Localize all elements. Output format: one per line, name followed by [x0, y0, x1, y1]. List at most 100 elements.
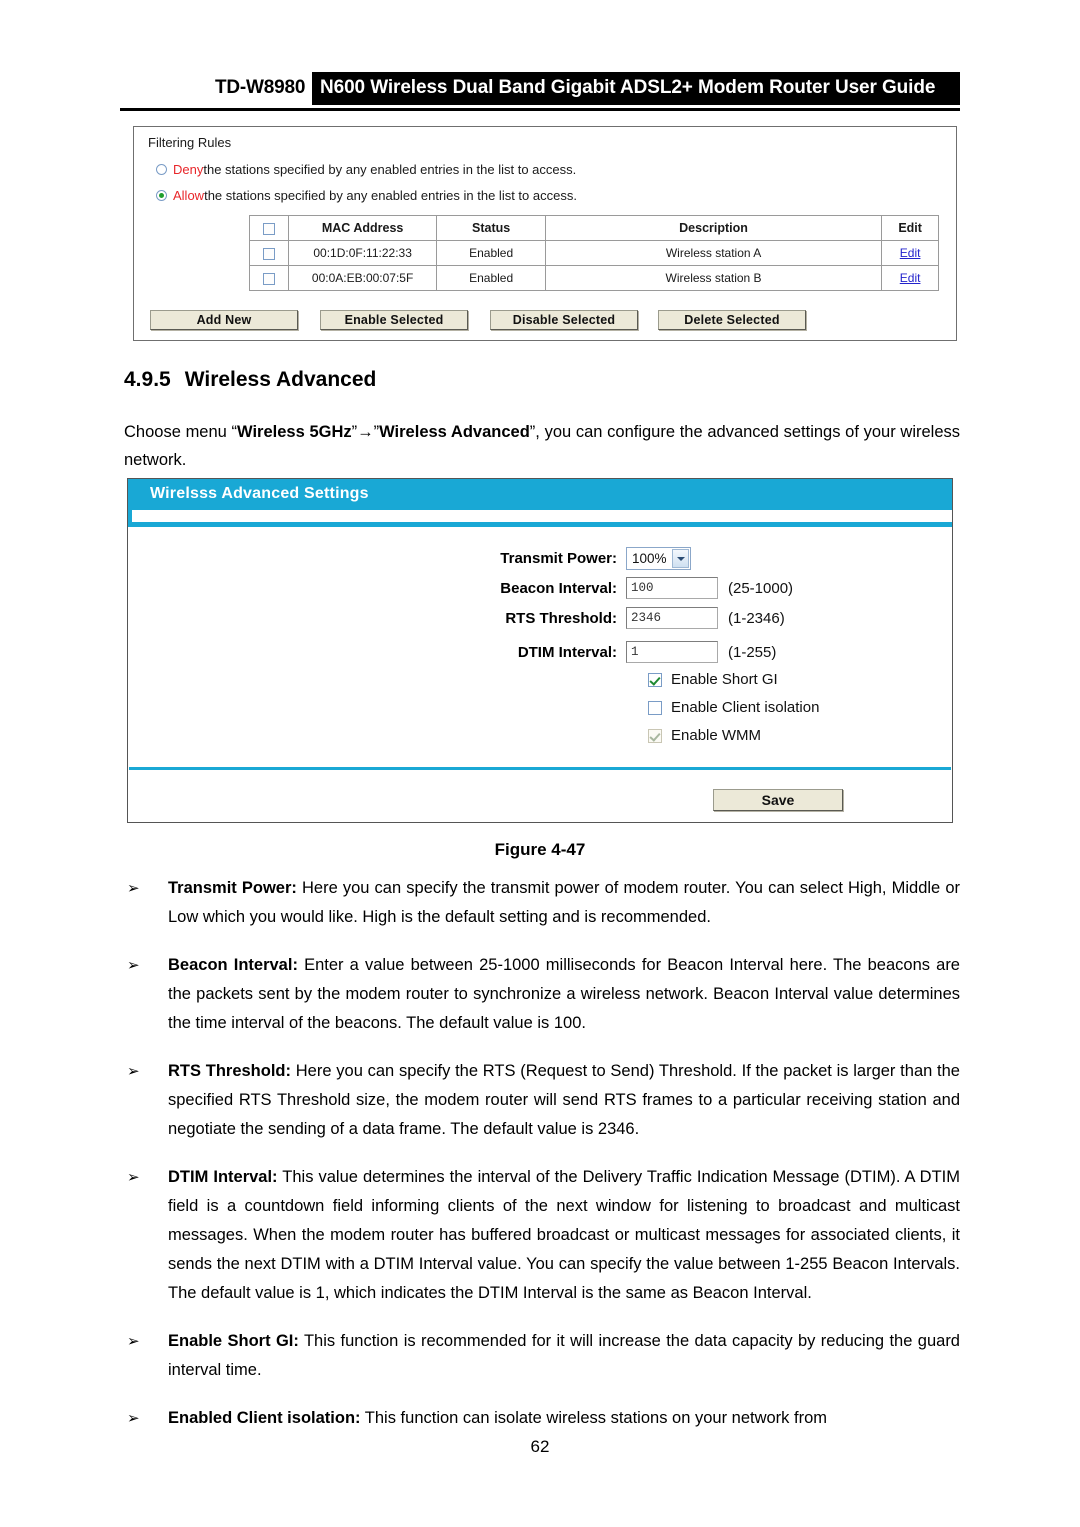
- enable-wmm-label: Enable WMM: [671, 727, 762, 744]
- disable-selected-button[interactable]: Disable Selected: [490, 310, 638, 330]
- list-item: ➢ Transmit Power: Here you can specify t…: [124, 874, 960, 932]
- transmit-power-select[interactable]: 100%: [626, 547, 691, 570]
- label-dtim-interval: DTIM Interval:: [517, 643, 617, 661]
- hint-rts-threshold: (1-2346): [728, 609, 785, 627]
- delete-selected-button[interactable]: Delete Selected: [658, 310, 806, 330]
- bullet-term: Transmit Power:: [168, 879, 297, 897]
- section-intro-paragraph: Choose menu “Wireless 5GHz”→”Wireless Ad…: [124, 418, 960, 474]
- beacon-interval-input[interactable]: [626, 577, 718, 599]
- bullet-text: This value determines the interval of th…: [168, 1168, 960, 1302]
- table-header-row: MAC Address Status Description Edit: [249, 215, 939, 241]
- column-header-description: Description: [544, 215, 883, 241]
- filter-rule-allow-keyword: Allow: [173, 188, 205, 203]
- cell-mac-address: 00:1D:0F:11:22:33: [287, 240, 438, 266]
- label-beacon-interval: Beacon Interval:: [500, 579, 617, 597]
- header-underline-rule: [120, 108, 960, 111]
- dtim-interval-input[interactable]: [626, 641, 718, 663]
- filtering-action-buttons: Add New Enable Selected Disable Selected…: [150, 310, 940, 332]
- checkbox-row-wmm[interactable]: Enable WMM: [648, 727, 761, 744]
- field-row-beacon-interval: Beacon Interval: (25-1000): [408, 577, 793, 599]
- filter-rule-allow-row[interactable]: Allow the stations specified by any enab…: [156, 188, 577, 203]
- column-header-edit: Edit: [881, 215, 939, 241]
- section-number: 4.9.5: [124, 368, 171, 391]
- bullet-list: ➢ Transmit Power: Here you can specify t…: [124, 874, 960, 1452]
- enable-client-isolation-label: Enable Client isolation: [671, 699, 820, 716]
- save-button[interactable]: Save: [713, 789, 843, 811]
- bullet-text: This function can isolate wireless stati…: [360, 1409, 828, 1427]
- enable-client-isolation-checkbox[interactable]: [648, 700, 662, 715]
- list-item: ➢ Beacon Interval: Enter a value between…: [124, 951, 960, 1038]
- rts-threshold-input[interactable]: [626, 607, 718, 629]
- filter-rule-allow-text: the stations specified by any enabled en…: [204, 188, 577, 203]
- row-checkbox[interactable]: [262, 272, 275, 285]
- bullet-term: Beacon Interval:: [168, 956, 298, 974]
- arrow-bullet-icon: ➢: [127, 880, 140, 897]
- select-all-checkbox[interactable]: [262, 222, 275, 235]
- filter-rule-deny-row[interactable]: Deny the stations specified by any enabl…: [156, 162, 576, 177]
- list-item: ➢ Enabled Client isolation: This functio…: [124, 1404, 960, 1433]
- cell-edit: Edit: [881, 265, 939, 291]
- intro-menu-first: Wireless 5GHz: [237, 423, 352, 441]
- cell-status: Enabled: [436, 265, 546, 291]
- page-number: 62: [530, 1437, 550, 1456]
- panel-header-title: Wirelsss Advanced Settings: [150, 485, 369, 502]
- arrow-bullet-icon: ➢: [127, 1333, 140, 1350]
- section-heading: 4.9.5 Wireless Advanced: [124, 368, 376, 392]
- field-row-transmit-power: Transmit Power: 100%: [408, 547, 691, 570]
- bullet-term: RTS Threshold:: [168, 1062, 291, 1080]
- enable-short-gi-label: Enable Short GI: [671, 671, 778, 688]
- field-row-rts-threshold: RTS Threshold: (1-2346): [408, 607, 785, 629]
- radio-deny-icon[interactable]: [156, 164, 167, 175]
- filtering-rules-panel: Filtering Rules Deny the stations specif…: [133, 126, 957, 341]
- cell-mac-address: 00:0A:EB:00:07:5F: [287, 265, 438, 291]
- panel-header-bar: Wirelsss Advanced Settings: [128, 479, 952, 510]
- transmit-power-value: 100%: [632, 551, 667, 566]
- filter-rule-deny-text: the stations specified by any enabled en…: [203, 162, 577, 177]
- figure-caption: Figure 4-47: [494, 840, 586, 859]
- list-item: ➢ DTIM Interval: This value determines t…: [124, 1163, 960, 1308]
- arrow-bullet-icon: ➢: [127, 957, 140, 974]
- field-row-dtim-interval: DTIM Interval: (1-255): [408, 641, 776, 663]
- table-row: 00:1D:0F:11:22:33 Enabled Wireless stati…: [249, 240, 939, 266]
- radio-allow-icon[interactable]: [156, 190, 167, 201]
- enable-wmm-checkbox[interactable]: [648, 728, 662, 743]
- panel-left-accent: [128, 510, 132, 522]
- column-header-mac: MAC Address: [287, 215, 438, 241]
- cell-edit: Edit: [881, 240, 939, 266]
- intro-menu-second: Wireless Advanced: [379, 423, 530, 441]
- header-title-text: N600 Wireless Dual Band Gigabit ADSL2+ M…: [320, 77, 936, 98]
- checkbox-row-short-gi[interactable]: Enable Short GI: [648, 671, 778, 688]
- hint-dtim-interval: (1-255): [728, 643, 777, 661]
- bullet-term: Enable Short GI:: [168, 1332, 299, 1350]
- edit-link[interactable]: Edit: [900, 271, 921, 285]
- chevron-down-icon[interactable]: [672, 549, 689, 568]
- list-item: ➢ Enable Short GI: This function is reco…: [124, 1327, 960, 1385]
- filter-rule-deny-keyword: Deny: [173, 162, 204, 177]
- cell-description: Wireless station A: [544, 240, 883, 266]
- row-checkbox[interactable]: [262, 247, 275, 260]
- add-new-button[interactable]: Add New: [150, 310, 298, 330]
- header-title-band: N600 Wireless Dual Band Gigabit ADSL2+ M…: [312, 72, 960, 105]
- list-item: ➢ RTS Threshold: Here you can specify th…: [124, 1057, 960, 1144]
- arrow-bullet-icon: ➢: [127, 1063, 140, 1080]
- cell-description: Wireless station B: [544, 265, 883, 291]
- panel-bottom-divider: [129, 767, 951, 770]
- label-rts-threshold: RTS Threshold:: [505, 609, 617, 627]
- cell-status: Enabled: [436, 240, 546, 266]
- enable-short-gi-checkbox[interactable]: [648, 672, 662, 687]
- wireless-advanced-form: Transmit Power: 100% Beacon Interval: (2…: [128, 539, 952, 769]
- hint-beacon-interval: (25-1000): [728, 579, 794, 597]
- table-row: 00:0A:EB:00:07:5F Enabled Wireless stati…: [249, 265, 939, 291]
- panel-accent-line: [128, 522, 952, 527]
- checkbox-row-client-isolation[interactable]: Enable Client isolation: [648, 699, 819, 716]
- enable-selected-button[interactable]: Enable Selected: [320, 310, 468, 330]
- label-transmit-power: Transmit Power:: [500, 550, 617, 567]
- wireless-advanced-settings-panel: Wirelsss Advanced Settings Transmit Powe…: [127, 478, 953, 823]
- arrow-bullet-icon: ➢: [127, 1169, 140, 1186]
- arrow-bullet-icon: ➢: [127, 1410, 140, 1427]
- bullet-term: Enabled Client isolation:: [168, 1409, 361, 1427]
- edit-link[interactable]: Edit: [900, 246, 921, 260]
- intro-prefix: Choose menu “: [124, 423, 238, 441]
- column-header-status: Status: [436, 215, 546, 241]
- bullet-term: DTIM Interval:: [168, 1168, 278, 1186]
